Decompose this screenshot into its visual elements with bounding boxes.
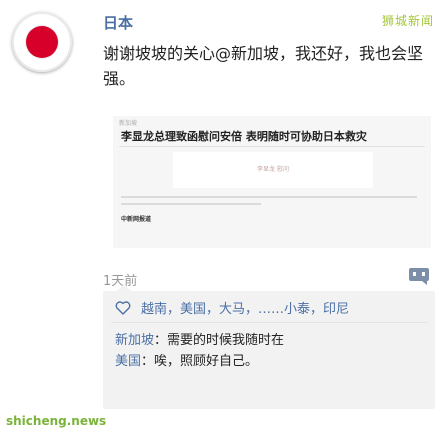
embedded-article-image[interactable]: 新加坡 李显龙总理致函慰问安倍 表明随时可协助日本救灾 李显龙 慰问 中新网报道 bbox=[113, 116, 431, 248]
comment-text: 唉，照顾好自己。 bbox=[154, 354, 259, 369]
embed-source: 新加坡 bbox=[119, 120, 138, 127]
watermark-top: 狮城新闻 bbox=[381, 14, 434, 28]
comment-item: 新加坡：需要的时候我随时在 bbox=[115, 329, 284, 348]
heart-icon bbox=[115, 300, 131, 315]
embed-body-line bbox=[121, 196, 417, 198]
likes-names[interactable]: 越南，美国，大马，……小泰，印尼 bbox=[141, 298, 349, 317]
comment-item: 美国：唉，照顾好自己。 bbox=[115, 350, 258, 369]
watermark-bottom: shicheng.news bbox=[6, 414, 107, 428]
embed-divider bbox=[119, 146, 425, 147]
comment-text: 需要的时候我随时在 bbox=[167, 333, 285, 348]
embed-image-caption: 李显龙 慰问 bbox=[257, 166, 289, 173]
embed-footer: 中新网报道 bbox=[121, 216, 152, 223]
post-text: 谢谢坡坡的关心@新加坡，我还好，我也会坚强。 bbox=[103, 44, 424, 88]
comment-user[interactable]: 美国 bbox=[115, 354, 141, 369]
embed-headline: 李显龙总理致函慰问安倍 表明随时可协助日本救灾 bbox=[121, 130, 367, 143]
comment-user[interactable]: 新加坡 bbox=[115, 333, 154, 348]
embed-image: 李显龙 慰问 bbox=[173, 152, 373, 188]
likes-and-comments-box: 越南，美国，大马，……小泰，印尼 新加坡：需要的时候我随时在 美国：唉，照顾好自… bbox=[103, 284, 435, 409]
comment-separator: ： bbox=[154, 333, 168, 348]
likes-divider bbox=[111, 322, 427, 323]
comment-separator: ： bbox=[141, 354, 155, 369]
avatar[interactable] bbox=[12, 12, 72, 72]
comment-icon[interactable] bbox=[408, 267, 430, 285]
embed-body-line bbox=[121, 203, 261, 205]
post-username[interactable]: 日本 bbox=[103, 12, 133, 33]
likes-row[interactable]: 越南，美国，大马，……小泰，印尼 bbox=[115, 298, 349, 317]
flag-avatar-icon bbox=[26, 26, 58, 58]
